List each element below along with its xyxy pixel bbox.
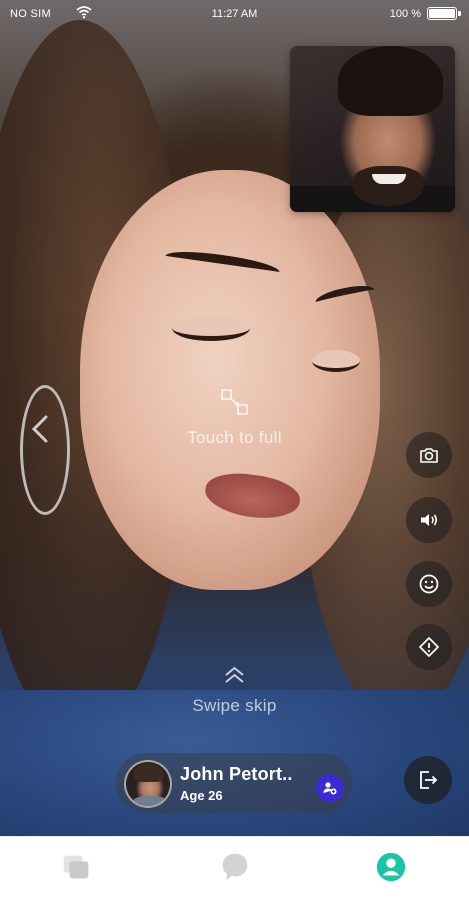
touch-to-full-hint[interactable]: Touch to full <box>0 428 469 448</box>
add-friend-button[interactable] <box>316 774 344 802</box>
volume-icon <box>421 514 438 526</box>
tab-cards[interactable] <box>59 849 95 885</box>
cards-icon <box>63 855 89 879</box>
video-content <box>338 46 443 116</box>
user-age: Age 26 <box>180 788 223 803</box>
chevrons-up-icon <box>225 666 244 683</box>
video-content <box>20 385 70 515</box>
exit-call-button[interactable] <box>404 756 452 804</box>
tab-chat[interactable] <box>217 849 253 885</box>
user-name: John Petort.. <box>180 764 293 784</box>
emoji-icon <box>419 574 439 594</box>
battery-percent: 100 % <box>389 8 421 20</box>
video-content <box>172 315 250 341</box>
video-content <box>80 170 380 590</box>
tab-profile[interactable] <box>373 849 409 885</box>
video-content <box>312 350 360 372</box>
camera-icon <box>420 448 438 463</box>
battery-level <box>429 9 455 18</box>
chat-bubble-icon <box>222 853 248 881</box>
exit-icon <box>420 771 438 789</box>
report-icon <box>419 637 439 657</box>
camera-button[interactable] <box>406 432 452 478</box>
volume-button[interactable] <box>406 497 452 543</box>
add-friend-icon <box>323 782 337 795</box>
video-content <box>352 166 424 206</box>
report-button[interactable] <box>406 624 452 670</box>
local-video-preview[interactable] <box>290 46 455 212</box>
swipe-skip-hint: Swipe skip <box>192 696 277 715</box>
avatar[interactable] <box>124 760 172 808</box>
fullscreen-icon[interactable] <box>221 389 248 415</box>
battery-icon <box>427 7 461 20</box>
bottom-tab-bar <box>0 836 469 900</box>
profile-icon <box>376 852 406 882</box>
video-content <box>372 174 406 184</box>
status-bar: NO SIM 11:27 AM 100 % <box>0 0 469 28</box>
emoji-button[interactable] <box>406 561 452 607</box>
